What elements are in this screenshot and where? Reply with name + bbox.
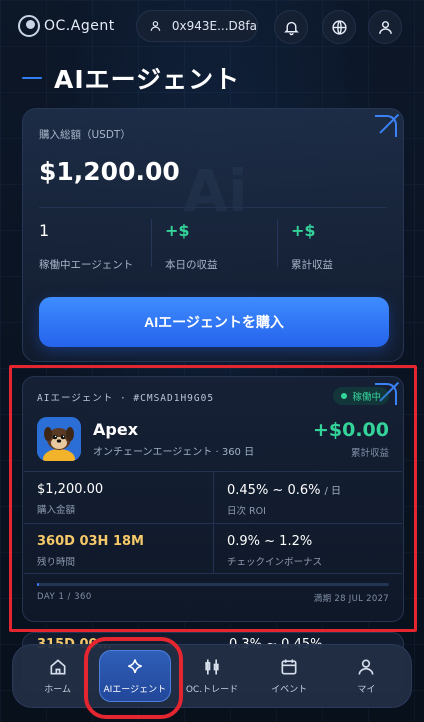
- purchase-amount-value: $1,200.00: [37, 482, 104, 497]
- nav-label: イベント: [271, 685, 308, 695]
- nav-label: ホーム: [44, 685, 71, 695]
- day-progress-label: DAY 1 / 360: [37, 592, 92, 602]
- stat-value: +$: [291, 221, 316, 240]
- user-icon: [378, 20, 392, 34]
- top-bar: OC.Agent 0x943E...D8fa: [0, 0, 424, 56]
- total-purchase-label: 購入総額（USDT）: [39, 129, 131, 141]
- nav-label: マイ: [357, 685, 376, 695]
- expiry-label: 満期 28 JUL 2027: [313, 594, 389, 604]
- title-accent: [22, 77, 42, 79]
- agent-profit-label: 累計収益: [350, 448, 389, 459]
- corner-accent: [375, 115, 397, 137]
- stat-value: +$: [165, 221, 190, 240]
- term-progress-bar: [37, 583, 389, 586]
- term-progress-fill: [37, 583, 40, 586]
- wallet-button[interactable]: 0x943E...D8fa: [136, 10, 258, 42]
- purchase-amount-cell: $1,200.00 購入金額: [37, 482, 103, 516]
- daily-roi-label: 日次 ROI: [227, 506, 266, 517]
- purchase-summary-card: 購入総額（USDT） $1,200.00 Ai 1 稼働中エージェント +$ 本…: [22, 108, 404, 362]
- stat-active-agents: 1 稼働中エージェント: [39, 221, 159, 272]
- sparkle-icon: [127, 659, 142, 673]
- agent-card[interactable]: AIエージェント · #CMSAD1H9G05 稼働中 Apex オンチェーンエ…: [22, 376, 404, 622]
- notification-button[interactable]: [274, 10, 308, 44]
- agent-profit-value: +$0.00: [312, 419, 389, 441]
- home-icon: [50, 659, 66, 675]
- globe-icon: [331, 19, 347, 35]
- divider: [277, 219, 278, 267]
- daily-roi-unit: / 日: [324, 486, 342, 497]
- agent-subtitle: オンチェーンエージェント · 360 日: [93, 447, 255, 458]
- status-text: 稼働中: [352, 392, 381, 403]
- logo-mark-icon: [18, 15, 40, 37]
- nav-item-events[interactable]: イベント: [253, 650, 325, 702]
- remaining-time-cell: 360D 03H 18M 残り時間: [37, 534, 144, 568]
- stat-value: 1: [39, 221, 50, 240]
- nav-label: AIエージェント: [103, 685, 167, 695]
- status-dot-icon: [341, 393, 348, 399]
- ai-watermark: Ai: [183, 157, 248, 225]
- remaining-time-label: 残り時間: [37, 557, 76, 568]
- profile-button[interactable]: [368, 10, 402, 44]
- checkin-bonus-cell: 0.9% ~ 1.2% チェックインボーナス: [227, 534, 322, 568]
- status-badge: 稼働中: [333, 387, 389, 405]
- divider: [151, 219, 152, 267]
- stat-label: 累計収益: [291, 259, 333, 271]
- stat-total-profit: +$ 累計収益: [291, 221, 411, 272]
- nav-item-my[interactable]: マイ: [330, 650, 402, 702]
- dog-mascot-icon: [37, 417, 81, 461]
- agent-name: Apex: [93, 420, 139, 439]
- purchase-amount-label: 購入金額: [37, 505, 76, 516]
- buy-agent-button[interactable]: AIエージェントを購入: [39, 297, 389, 347]
- divider: [39, 207, 387, 208]
- wallet-address: 0x943E...D8fa: [171, 19, 257, 33]
- checkin-bonus-label: チェックインボーナス: [227, 557, 323, 568]
- candlestick-icon: [205, 659, 219, 675]
- nav-item-trade[interactable]: OC.トレード: [176, 650, 248, 702]
- page-header: AIエージェント: [22, 60, 240, 96]
- user-icon: [150, 21, 161, 31]
- remaining-time-value: 360D 03H 18M: [37, 534, 144, 549]
- stat-label: 本日の収益: [165, 259, 218, 271]
- page-title: AIエージェント: [54, 65, 241, 94]
- agent-avatar: [37, 417, 81, 461]
- checkin-bonus-value: 0.9% ~ 1.2%: [227, 534, 313, 549]
- nav-item-home[interactable]: ホーム: [22, 650, 94, 702]
- divider: [24, 523, 402, 524]
- daily-roi-cell: 0.45% ~ 0.6% / 日 日次 ROI: [227, 482, 341, 517]
- bell-icon: [283, 21, 299, 35]
- agent-id-header: AIエージェント · #CMSAD1H9G05: [37, 393, 215, 404]
- logo-text: OC.Agent: [44, 18, 115, 34]
- user-icon: [358, 659, 374, 675]
- bottom-nav: ホーム AIエージェント OC.トレード イベント マイ: [12, 644, 412, 708]
- language-button[interactable]: [322, 10, 356, 44]
- total-purchase-value: $1,200.00: [39, 157, 180, 186]
- app-logo[interactable]: OC.Agent: [18, 15, 115, 37]
- stat-label: 稼働中エージェント: [39, 259, 134, 271]
- calendar-icon: [281, 659, 297, 675]
- daily-roi-value: 0.45% ~ 0.6%: [227, 483, 321, 498]
- nav-label: OC.トレード: [185, 685, 239, 695]
- stat-today-profit: +$ 本日の収益: [165, 221, 285, 272]
- nav-item-ai-agent[interactable]: AIエージェント: [98, 650, 171, 702]
